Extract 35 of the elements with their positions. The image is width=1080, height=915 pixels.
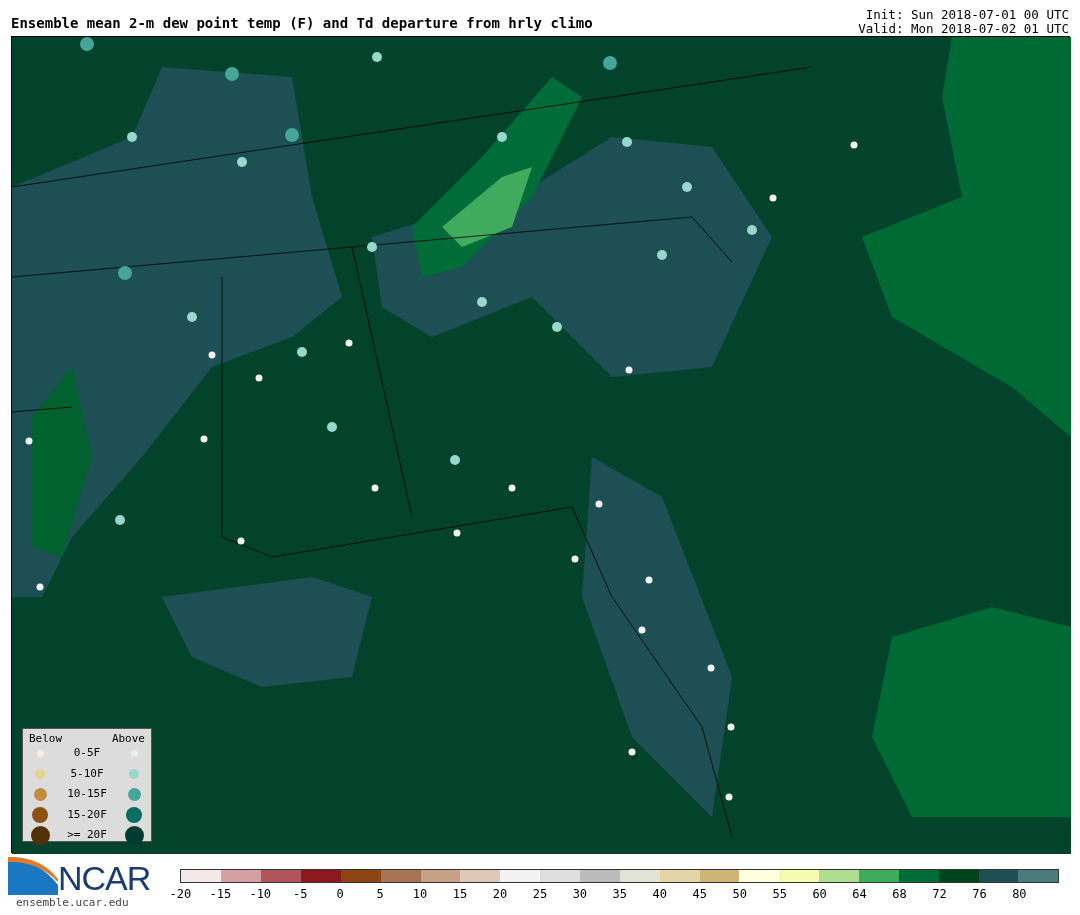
tick-label: -10 <box>249 886 272 903</box>
legend-label: 10-15F <box>67 787 107 800</box>
valid-time: Valid: Mon 2018-07-02 01 UTC <box>858 22 1069 36</box>
tick-label: 72 <box>932 886 947 903</box>
logo-icon <box>8 857 58 895</box>
legend-label: 5-10F <box>70 766 104 780</box>
tick-label: 40 <box>652 886 667 903</box>
tick-label: 10 <box>412 886 428 903</box>
tick-label: 5 <box>376 886 384 903</box>
init-time: Init: Sun 2018-07-01 00 UTC <box>864 8 1069 22</box>
logo-text: NCAR <box>58 861 151 895</box>
chart-title: Ensemble mean 2-m dew point temp (F) and Td departure from hrly climo <box>11 16 593 33</box>
tick-label: 64 <box>852 886 867 903</box>
tick-label: -15 <box>209 886 232 903</box>
website-url: ensemble.ucar.edu <box>15 895 130 911</box>
tick-label: 35 <box>612 886 628 903</box>
tick-label: 25 <box>532 886 548 903</box>
tick-label: 15 <box>452 886 468 903</box>
tick-label: 0 <box>336 886 344 903</box>
tick-label: 50 <box>732 886 747 903</box>
tick-label: 20 <box>492 886 508 903</box>
legend-heading: Above <box>111 731 145 743</box>
tick-label: 30 <box>572 886 588 903</box>
legend-label: 15-20F <box>67 807 107 821</box>
legend-label: 0-5F <box>73 746 101 759</box>
tick-label: 76 <box>972 886 987 903</box>
legend-heading: Below <box>29 731 63 743</box>
tick-label: 80 <box>1012 886 1027 903</box>
tick-label: 68 <box>892 886 907 903</box>
tick-label: -5 <box>293 886 308 903</box>
legend-label: >= 20F <box>67 828 107 841</box>
tick-label: 60 <box>812 886 827 903</box>
tick-label: 55 <box>772 886 787 903</box>
tick-label: -20 <box>169 886 192 903</box>
tick-label: 45 <box>692 886 707 903</box>
